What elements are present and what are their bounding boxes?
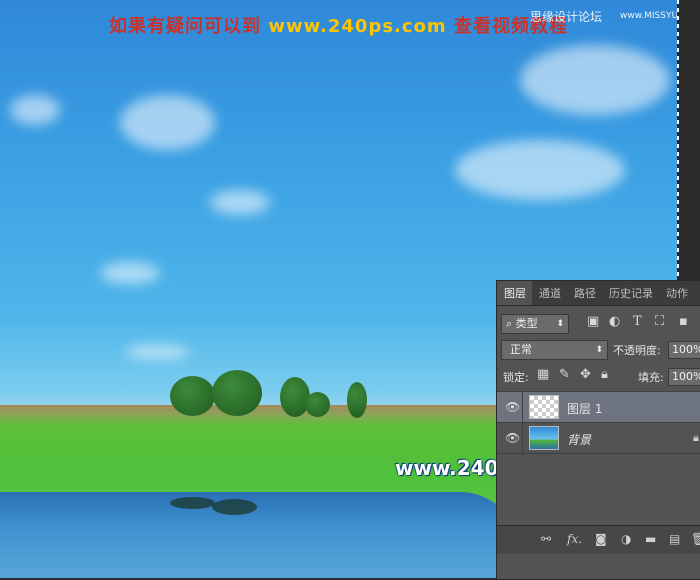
cloud [100,262,160,284]
blend-mode-label: 正常 [510,343,532,356]
lock-pixels-brush-icon[interactable]: ✎ [559,367,570,382]
fill-label: 填充: [638,371,664,384]
layer-name[interactable]: 图层 1 [567,400,602,417]
chevron-updown-icon: ⬍ [595,345,603,355]
watermark-url: www.240ps.com [268,16,447,37]
tab-history[interactable]: 历史记录 [602,281,659,305]
tree-reflection [212,499,257,515]
tree [305,392,330,417]
corner-watermark-url: www.MISSYUAN.com [620,11,677,21]
cloud [120,95,215,150]
tree [280,377,310,417]
lock-position-move-icon[interactable]: ✥ [580,367,591,382]
visibility-eye-icon[interactable]: 👁︎ [505,400,520,414]
layer-name[interactable]: 背景 [567,431,591,448]
lock-all-icon[interactable]: 🔒︎ [601,367,608,382]
shape-filter-icon[interactable]: ⛶ [655,314,664,329]
panel-tabs: 图层 通道 路径 历史记录 动作 [497,281,700,306]
divider [522,392,523,422]
opacity-label: 不透明度: [613,344,661,357]
tab-paths[interactable]: 路径 [567,281,602,305]
tree [170,376,215,416]
tree [212,370,262,416]
fx-icon[interactable]: fx. [567,532,582,546]
link-icon[interactable]: ⚯ [541,532,551,546]
cloud [125,345,190,359]
corner-watermark-site: 思缘设计论坛 [530,10,603,24]
filter-kind-select[interactable]: ⌕ 类型 ⬍ [501,314,569,334]
cloud [520,45,670,115]
new-layer-icon[interactable]: ▤ [669,532,680,546]
tab-actions[interactable]: 动作 [659,281,694,305]
layer-thumbnail [529,426,559,450]
tab-layers[interactable]: 图层 [497,281,532,305]
divider [522,423,523,453]
opacity-input[interactable]: 100% [668,341,700,359]
lock-transparent-icon[interactable]: ▦ [537,367,549,382]
tree [347,382,367,418]
layer-thumbnail [529,395,559,419]
lock-label: 锁定: [503,371,529,384]
cloud [10,95,60,125]
lock-icon: 🔒︎ [693,431,699,444]
cloud [455,140,625,200]
tab-channels[interactable]: 通道 [532,281,567,305]
trash-icon[interactable]: 🗑︎ [691,532,700,546]
layer-row-background[interactable]: 👁︎ 背景 🔒︎ [497,422,700,454]
search-icon: ⌕ [506,317,513,330]
smart-object-filter-icon[interactable]: ▪ [679,314,688,329]
type-filter-icon[interactable]: T [633,314,642,329]
chevron-updown-icon: ⬍ [556,319,564,329]
layers-panel: 图层 通道 路径 历史记录 动作 ⌕ 类型 ⬍ ▣ ◐ T ⛶ ▪ 正常 ⬍ 不… [496,280,700,580]
image-filter-icon[interactable]: ▣ [587,314,599,329]
mask-icon[interactable]: ◙ [595,532,607,546]
layer-row-layer1[interactable]: 👁︎ 图层 1 [497,391,700,422]
cloud [210,190,270,215]
visibility-eye-icon[interactable]: 👁︎ [505,431,520,445]
watermark-prefix: 如果有疑问可以到 [109,16,262,37]
filter-kind-label: 类型 [515,317,538,330]
tree-reflection [170,497,215,509]
blend-mode-select[interactable]: 正常 ⬍ [501,340,608,360]
adjustment-icon[interactable]: ◑ [621,532,631,546]
adjustment-filter-icon[interactable]: ◐ [609,314,620,329]
fill-input[interactable]: 100% [668,368,700,386]
folder-icon[interactable]: ▬ [645,532,656,546]
water-pond [0,492,520,578]
panel-bottom-toolbar: ⚯ fx. ◙ ◑ ▬ ▤ 🗑︎ [497,525,700,554]
